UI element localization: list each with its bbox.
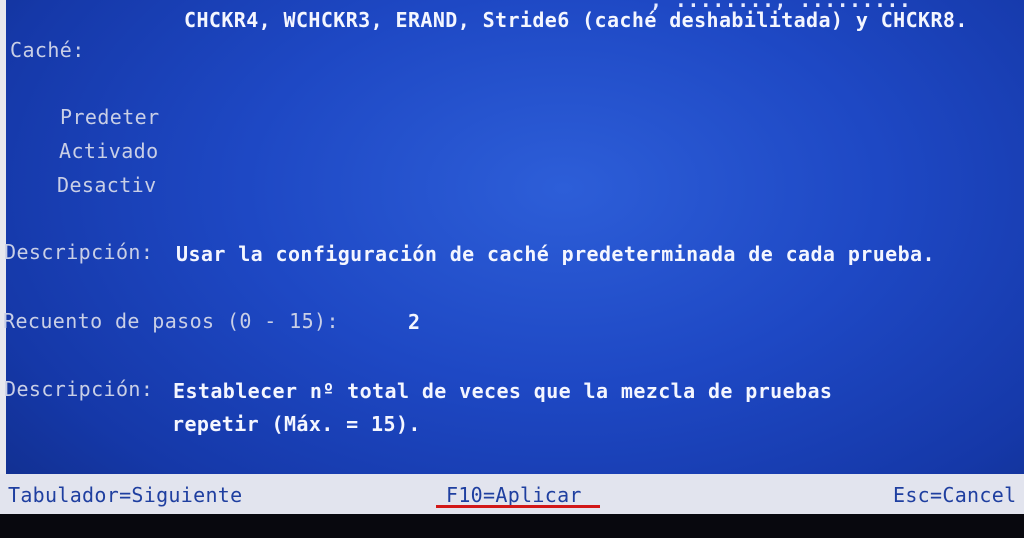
test-list-line: CHCKR4, WCHCKR3, ERAND, Stride6 (caché d… bbox=[184, 8, 968, 32]
tab-next-hint[interactable]: Tabulador=Siguiente bbox=[8, 483, 242, 507]
cache-description-label: Descripción: bbox=[4, 240, 154, 264]
step-count-label: Recuento de pasos (0 - 15): bbox=[3, 309, 339, 333]
cache-label: Caché: bbox=[10, 38, 85, 62]
cache-option-activado[interactable]: Activado bbox=[59, 139, 159, 163]
cache-option-desactiv[interactable]: Desactiv bbox=[57, 173, 157, 197]
step-description-line-2: repetir (Máx. = 15). bbox=[172, 412, 421, 436]
status-bar: Tabulador=Siguiente F10=Aplicar Esc=Canc… bbox=[0, 474, 1024, 514]
step-count-field[interactable]: 2 bbox=[408, 310, 420, 334]
esc-cancel-hint[interactable]: Esc=Cancel bbox=[893, 483, 1016, 507]
bios-diagnostics-screen: , ........, ......... CHCKR4, WCHCKR3, E… bbox=[0, 0, 1024, 538]
step-description-line-1: Establecer nº total de veces que la mezc… bbox=[173, 379, 833, 403]
screen-bezel-bottom bbox=[0, 514, 1024, 538]
cache-option-predeter[interactable]: Predeter bbox=[60, 105, 160, 129]
apply-highlight-underline bbox=[436, 505, 600, 508]
step-description-label: Descripción: bbox=[4, 377, 154, 401]
cache-description-text: Usar la configuración de caché predeterm… bbox=[176, 242, 935, 266]
f10-apply-hint[interactable]: F10=Aplicar bbox=[446, 483, 582, 507]
